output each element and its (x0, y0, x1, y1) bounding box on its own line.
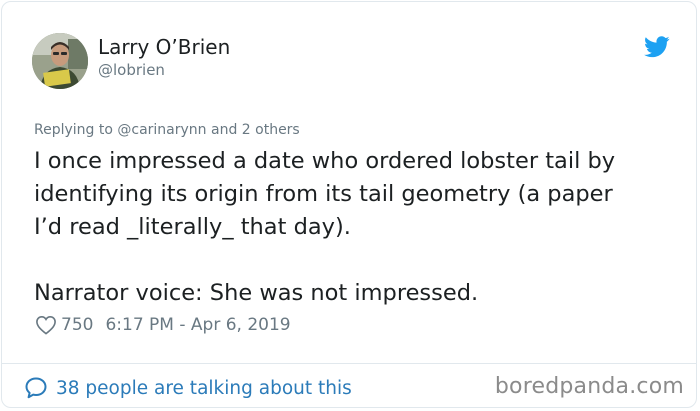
like-count[interactable]: 750 (61, 315, 93, 335)
author-avatar[interactable] (32, 33, 88, 89)
heart-icon[interactable] (35, 315, 57, 335)
tweet-line: I’d read _literally_ that day). (34, 214, 351, 240)
conversation-text: 38 people are talking about this (56, 377, 352, 399)
reply-context[interactable]: Replying to @carinarynn and 2 others (34, 122, 300, 138)
tweet-text: I once impressed a date who ordered lobs… (34, 145, 674, 310)
tweet-timestamp[interactable]: 6:17 PM - Apr 6, 2019 (105, 315, 290, 335)
twitter-bird-icon[interactable] (644, 36, 670, 58)
speech-bubble-icon (25, 377, 47, 399)
source-watermark: boredpanda.com (494, 373, 684, 399)
tweet-meta: 750 6:17 PM - Apr 6, 2019 (35, 312, 291, 338)
tweet-line: identifying its origin from its tail geo… (34, 181, 613, 207)
tweet-card: Larry O’Brien @lobrien Replying to @cari… (1, 1, 697, 408)
divider (2, 363, 696, 364)
avatar-photo-icon (32, 33, 88, 89)
author-handle[interactable]: @lobrien (98, 61, 165, 79)
tweet-line: Narrator voice: She was not impressed. (34, 280, 479, 306)
author-display-name[interactable]: Larry O’Brien (98, 35, 230, 59)
conversation-link[interactable]: 38 people are talking about this (24, 374, 352, 402)
tweet-line: I once impressed a date who ordered lobs… (34, 148, 616, 174)
